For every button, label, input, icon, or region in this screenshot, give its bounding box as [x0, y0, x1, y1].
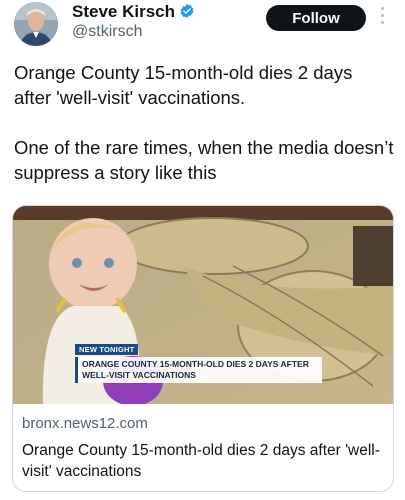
- tweet-paragraph: Orange County 15-month-old dies 2 days a…: [14, 62, 353, 108]
- news-headline: ORANGE COUNTY 15-MONTH-OLD DIES 2 DAYS A…: [75, 357, 322, 383]
- link-preview-card[interactable]: NEW TONIGHT ORANGE COUNTY 15-MONTH-OLD D…: [12, 205, 394, 492]
- news-tag: NEW TONIGHT: [75, 344, 139, 355]
- more-dots-icon[interactable]: [379, 7, 385, 29]
- verified-badge-icon: [179, 3, 195, 19]
- news-overlay: NEW TONIGHT ORANGE COUNTY 15-MONTH-OLD D…: [75, 339, 322, 383]
- author-display-name[interactable]: Steve Kirsch: [72, 2, 175, 22]
- tweet-text: Orange County 15-month-old dies 2 days a…: [14, 60, 394, 185]
- follow-button[interactable]: Follow: [266, 5, 366, 31]
- link-card-image[interactable]: NEW TONIGHT ORANGE COUNTY 15-MONTH-OLD D…: [13, 206, 393, 404]
- link-card-domain[interactable]: bronx.news12.com: [22, 415, 148, 432]
- tweet-paragraph: One of the rare times, when the media do…: [14, 137, 394, 183]
- tweet-header: Steve Kirsch @stkirsch Follow: [0, 0, 405, 52]
- link-card-title[interactable]: Orange County 15-month-old dies 2 days a…: [22, 440, 382, 482]
- author-avatar[interactable]: [14, 2, 58, 46]
- author-handle[interactable]: @stkirsch: [72, 23, 142, 41]
